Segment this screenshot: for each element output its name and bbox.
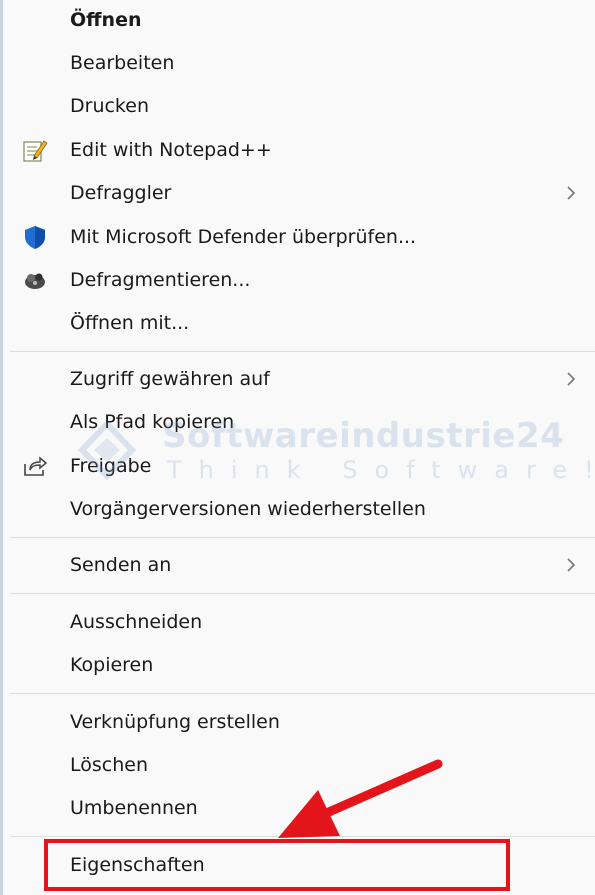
- chevron-right-icon: [564, 369, 578, 389]
- notepad-plus-plus-icon: [22, 138, 48, 162]
- menu-item-defragment[interactable]: Defragmentieren...: [8, 260, 588, 300]
- separator: [10, 351, 595, 352]
- context-menu: Öffnen Bearbeiten Drucken Edit with Note…: [0, 0, 595, 895]
- separator: [10, 836, 595, 837]
- menu-item-label: Ausschneiden: [70, 611, 203, 633]
- menu-item-label: Löschen: [70, 754, 148, 776]
- menu-item-label: Freigabe: [70, 455, 152, 477]
- menu-item-create-shortcut[interactable]: Verknüpfung erstellen: [8, 702, 588, 742]
- menu-item-label: Mit Microsoft Defender überprüfen...: [70, 226, 417, 248]
- menu-item-label: Zugriff gewähren auf: [70, 368, 270, 390]
- menu-item-label: Drucken: [70, 95, 149, 117]
- menu-item-label: Defraggler: [70, 182, 172, 204]
- menu-item-open[interactable]: Öffnen: [8, 0, 588, 40]
- menu-item-label: Umbenennen: [70, 797, 198, 819]
- menu-item-print[interactable]: Drucken: [8, 86, 588, 126]
- menu-item-delete[interactable]: Löschen: [8, 745, 588, 785]
- menu-item-label: Kopieren: [70, 654, 154, 676]
- chevron-right-icon: [564, 183, 578, 203]
- menu-item-label: Defragmentieren...: [70, 269, 251, 291]
- chevron-right-icon: [564, 555, 578, 575]
- menu-item-copy-as-path[interactable]: Als Pfad kopieren: [8, 402, 588, 442]
- menu-item-label: Verknüpfung erstellen: [70, 711, 280, 733]
- menu-item-open-with[interactable]: Öffnen mit...: [8, 303, 588, 343]
- menu-item-defender-scan[interactable]: Mit Microsoft Defender überprüfen...: [8, 217, 588, 257]
- highlight-box: [44, 839, 510, 891]
- share-icon: [22, 454, 48, 478]
- menu-item-label: Bearbeiten: [70, 52, 175, 74]
- defrag-icon: [22, 268, 48, 292]
- separator: [10, 593, 595, 594]
- menu-item-edit-notepad[interactable]: Edit with Notepad++: [8, 130, 588, 170]
- menu-item-share[interactable]: Freigabe: [8, 446, 588, 486]
- defender-shield-icon: [22, 225, 48, 249]
- menu-item-restore-previous[interactable]: Vorgängerversionen wiederherstellen: [8, 489, 588, 529]
- menu-item-label: Öffnen: [70, 9, 142, 31]
- menu-item-label: Senden an: [70, 554, 172, 576]
- separator: [10, 693, 595, 694]
- menu-item-edit[interactable]: Bearbeiten: [8, 43, 588, 83]
- menu-item-label: Edit with Notepad++: [70, 139, 272, 161]
- separator: [10, 537, 595, 538]
- menu-item-copy[interactable]: Kopieren: [8, 645, 588, 685]
- menu-item-label: Als Pfad kopieren: [70, 411, 235, 433]
- left-border: [0, 0, 3, 895]
- menu-item-rename[interactable]: Umbenennen: [8, 788, 588, 828]
- menu-item-cut[interactable]: Ausschneiden: [8, 602, 588, 642]
- menu-item-label: Vorgängerversionen wiederherstellen: [70, 498, 426, 520]
- menu-item-grant-access[interactable]: Zugriff gewähren auf: [8, 359, 588, 399]
- menu-item-send-to[interactable]: Senden an: [8, 545, 588, 585]
- menu-item-defraggler[interactable]: Defraggler: [8, 173, 588, 213]
- menu-item-label: Öffnen mit...: [70, 312, 190, 334]
